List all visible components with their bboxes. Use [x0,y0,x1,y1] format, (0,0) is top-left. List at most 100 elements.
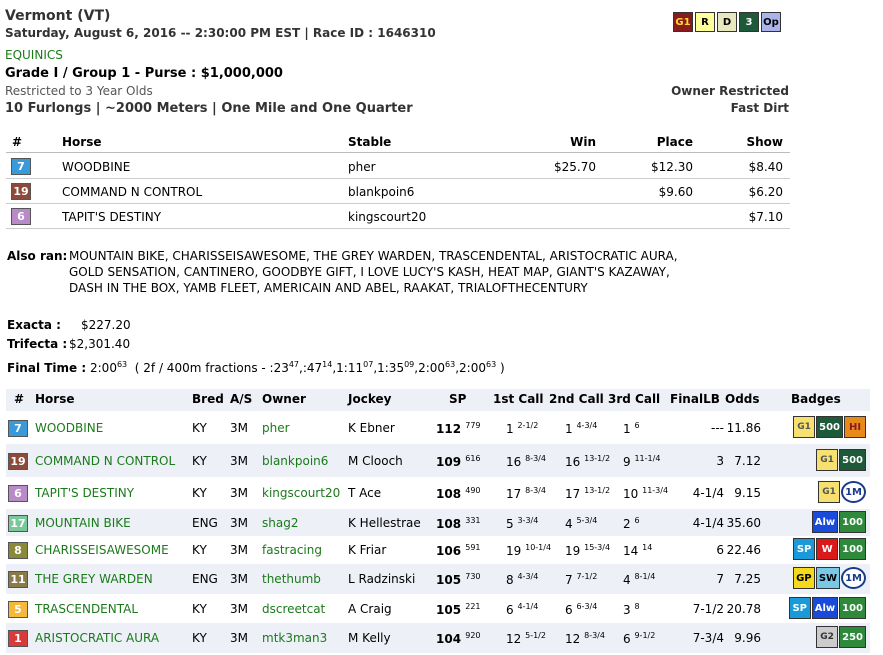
call-position: 2 6 [623,516,640,531]
bred: ENG [192,572,218,586]
call-lengths: 4-3/4 [517,572,539,581]
horse-name-link[interactable]: MOUNTAIN BIKE [35,516,131,530]
col-2nd-call: 2nd Call [549,392,604,406]
owner-link[interactable]: kingscourt20 [262,486,340,500]
final-time: Final Time : 2:0063 ( 2f / 400m fraction… [7,360,505,375]
age-sex: 3M [230,572,248,586]
horse-row: 7 WOODBINE KY 3M pher K Ebner 112 779 1 2-1/2 1 … [6,412,870,444]
badges: Alw 100 [811,511,866,533]
post-number-badge: 7 [8,420,28,437]
horse-name-link[interactable]: THE GREY WARDEN [35,572,153,586]
call-lengths: 11-3/4 [642,486,669,495]
owner-link[interactable]: mtk3man3 [262,631,327,645]
call-position: 6 9-1/2 [623,631,655,646]
owner-link[interactable]: blankpoin6 [262,454,328,468]
call-position: 8 4-3/4 [506,572,538,587]
age-sex: 3M [230,421,248,435]
race-distance: 10 Furlongs | ~2000 Meters | One Mile an… [5,101,413,116]
bred: ENG [192,516,218,530]
results-col-num: # [12,135,23,149]
owner-link[interactable]: fastracing [262,543,322,557]
race-icons: G1 R D 3 Op [673,12,781,32]
call-lengths: 13-1/2 [584,454,611,463]
fraction-sup: 47 [288,360,300,369]
col-odds: Odds [725,392,760,406]
horse-name-link[interactable]: TRASCENDENTAL [35,602,138,616]
badges: G2 250 [816,626,866,648]
call-pos: 1 [623,422,631,436]
fraction-sup: 63 [485,360,497,369]
badges: G1 500 [816,449,866,471]
call-position: 1 2-1/2 [506,421,538,436]
bred: KY [192,421,207,435]
col-age-sex: A/S [230,392,253,406]
call-pos: 5 [506,517,514,531]
call-lengths: 8-3/4 [584,631,605,640]
call-lengths: 2-1/2 [517,421,539,430]
results-row: 6 TAPIT'S DESTINY kingscourt20 $7.10 [6,204,790,229]
odds: 9.96 [734,631,761,645]
owner-link[interactable]: thethumb [262,572,321,586]
call-position: 4 8-1/4 [623,572,655,587]
stable-name: kingscourt20 [348,210,427,224]
bred: KY [192,454,207,468]
hi-icon: HI [844,416,866,438]
call-position: 10 11-3/4 [623,486,668,501]
call-position: 17 8-3/4 [506,486,546,501]
col-3rd-call: 3rd Call [608,392,661,406]
call-position: 9 11-1/4 [623,454,660,469]
500-icon: 500 [839,449,866,471]
final-lengths-behind: 3 [716,454,724,468]
call-pos: 4 [623,573,631,587]
call-lengths: 5-3/4 [576,516,598,525]
results-col-place: Place [656,135,693,149]
horse-name-link[interactable]: ARISTOCRATIC AURA [35,631,159,645]
call-pos: 16 [565,455,581,469]
results-header: # Horse Stable Win Place Show [6,133,790,153]
also-ran-label: Also ran: [7,249,68,263]
final-lengths-behind: --- [711,421,724,435]
owner-link[interactable]: pher [262,421,290,435]
badges: G1 1M [818,481,866,503]
race-grade-purse: Grade I / Group 1 - Purse : $1,000,000 [5,66,283,81]
results-col-stable: Stable [348,135,392,149]
call-position: 16 8-3/4 [506,454,546,469]
post-number-badge: 19 [8,453,28,470]
surface: Fast Dirt [730,101,789,115]
call-position: 5 3-3/4 [506,516,538,531]
call-pos: 1 [565,422,573,436]
horse-name-link[interactable]: CHARISSEISAWESOME [35,543,169,557]
call-lengths: 9-1/2 [634,631,656,640]
fraction-sup: 09 [404,360,415,369]
owner-link[interactable]: shag2 [262,516,298,530]
odds: 9.15 [734,486,761,500]
post-number-badge: 8 [8,542,28,559]
call-pos: 19 [506,544,522,558]
final-lengths-behind: 7-3/4 [692,631,724,645]
trifecta-label: Trifecta : [7,337,68,351]
horse-name-link[interactable]: COMMAND N CONTROL [35,454,175,468]
fraction: ,2:00 [414,361,446,375]
horse-name-link[interactable]: WOODBINE [35,421,103,435]
call-pos: 14 [623,544,639,558]
post-number-badge: 19 [11,183,31,200]
bred: KY [192,631,207,645]
call-lengths: 13-1/2 [584,486,611,495]
speed-figure: 106 591 [436,543,481,558]
call-pos: 12 [506,632,522,646]
call-position: 19 10-1/4 [506,543,551,558]
owner-link[interactable]: dscreetcat [262,602,325,616]
100-icon: 100 [839,511,866,533]
odds: 7.25 [734,572,761,586]
horse-name-link[interactable]: TAPIT'S DESTINY [35,486,134,500]
call-pos: 6 [506,603,514,617]
call-lengths: 3-3/4 [517,516,539,525]
call-position: 12 8-3/4 [565,631,605,646]
call-position: 7 7-1/2 [565,572,597,587]
post-number-badge: 7 [11,158,31,175]
500-icon: 500 [816,416,843,438]
post-number-badge: 6 [11,208,31,225]
call-pos: 17 [565,487,581,501]
horse-row: 17 MOUNTAIN BIKE ENG 3M shag2 K Hellestrae 108… [6,509,870,536]
sp-value: 112 [436,422,462,436]
